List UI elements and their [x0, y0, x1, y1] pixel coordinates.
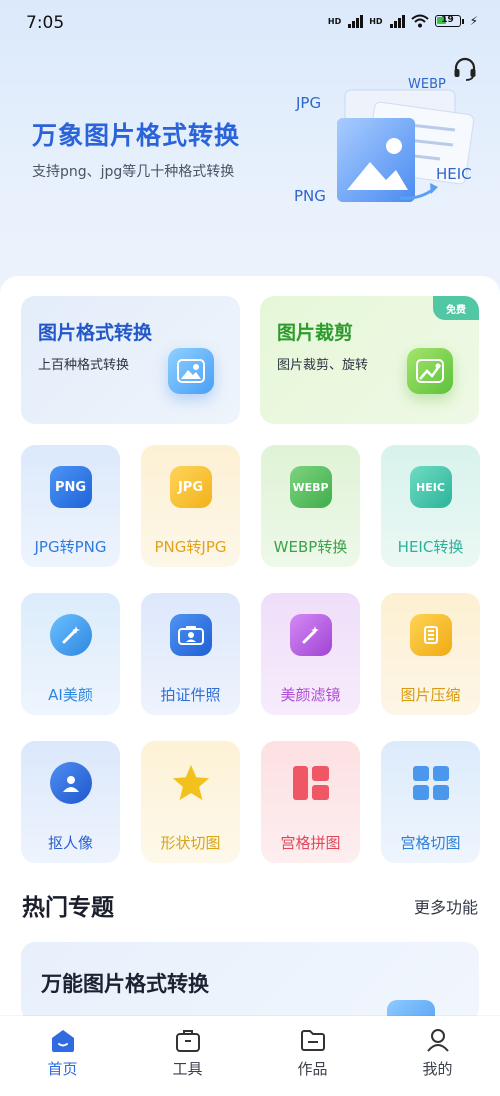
star-shape-icon: [170, 762, 212, 804]
card-title: 图片裁剪: [277, 322, 354, 344]
tool-label: PNG转JPG: [154, 538, 227, 556]
tool-label: 图片压缩: [400, 686, 461, 704]
image-format-convert-card[interactable]: 图片格式转换 上百种格式转换: [21, 296, 240, 424]
card-subtitle: 上百种格式转换: [38, 358, 130, 373]
wifi-icon: [410, 14, 429, 28]
portrait-cutout-icon: [49, 762, 92, 804]
tool-label: 形状切图: [160, 834, 221, 852]
nav-label: 作品: [297, 1060, 328, 1078]
tool-label: WEBP转换: [273, 538, 348, 556]
grid-collage-icon: [290, 762, 332, 804]
image-crop-card[interactable]: 免费 图片裁剪 图片裁剪、旋转: [260, 296, 479, 424]
status-icons: HD HD 19 ⚡: [328, 14, 478, 28]
nav-label: 首页: [47, 1060, 78, 1078]
tool-label: 美颜滤镜: [280, 686, 341, 704]
folder-icon: [300, 1030, 325, 1051]
home-icon: [51, 1030, 74, 1052]
topic-title: 万能图片格式转换: [41, 972, 209, 996]
filter-wand-icon: [289, 614, 332, 656]
tool-beauty-filter[interactable]: 美颜滤镜: [261, 593, 360, 715]
id-camera-icon: [169, 614, 212, 656]
nav-item-tools[interactable]: 工具: [125, 1016, 250, 1096]
status-time: 7:05: [26, 13, 65, 33]
webp-file-icon: WEBP: [289, 466, 332, 508]
image-icon: [168, 348, 214, 394]
tool-label: AI美颜: [48, 686, 93, 704]
more-features-link[interactable]: 更多功能: [414, 894, 478, 918]
bottom-nav: 首页 工具 作品 我的: [0, 1016, 500, 1096]
hero-title: 万象图片格式转换: [32, 121, 241, 150]
tool-grid-collage[interactable]: 宫格拼图: [261, 741, 360, 863]
tool-heic-convert[interactable]: HEIC HEIC转换: [381, 445, 480, 567]
tool-label: HEIC转换: [397, 538, 464, 556]
card-title: 图片格式转换: [38, 322, 153, 344]
hero-banner: 7:05 HD HD 19 ⚡ 万象图片格式转换 支持png、jpg等几十种格式…: [0, 0, 500, 300]
magic-wand-icon: [49, 614, 92, 656]
format-label: PNG: [294, 187, 326, 205]
tool-portrait-cutout[interactable]: 抠人像: [21, 741, 120, 863]
nav-item-mine[interactable]: 我的: [375, 1016, 500, 1096]
signal-icon: [348, 14, 364, 28]
free-badge: 免费: [433, 296, 479, 320]
tool-label: 宫格拼图: [280, 834, 341, 852]
grid-cut-icon: [410, 762, 452, 804]
nav-label: 我的: [422, 1060, 453, 1078]
tool-shape-cut[interactable]: 形状切图: [141, 741, 240, 863]
topic-card[interactable]: 万能图片格式转换: [21, 942, 479, 1022]
tool-label: 宫格切图: [400, 834, 461, 852]
hd-indicator-icon: HD: [369, 16, 383, 26]
tool-jpg-to-png[interactable]: PNG JPG转PNG: [21, 445, 120, 567]
crop-image-icon: [407, 348, 453, 394]
tool-label: JPG转PNG: [34, 538, 107, 556]
nav-item-home[interactable]: 首页: [0, 1016, 125, 1096]
hero-subtitle: 支持png、jpg等几十种格式转换: [32, 164, 235, 180]
heic-file-icon: HEIC: [409, 466, 452, 508]
battery-level: 19: [441, 15, 454, 25]
card-subtitle: 图片裁剪、旋转: [277, 358, 369, 373]
jpg-file-icon: JPG: [169, 466, 212, 508]
format-label: JPG: [296, 94, 322, 112]
toolbox-icon: [175, 1030, 200, 1052]
status-bar: 7:05 HD HD 19 ⚡: [0, 0, 500, 46]
tool-label: 抠人像: [47, 834, 93, 852]
format-label: HEIC: [436, 165, 472, 183]
tool-webp-convert[interactable]: WEBP WEBP转换: [261, 445, 360, 567]
battery-icon: 19: [434, 15, 464, 27]
charging-icon: ⚡: [469, 14, 478, 28]
signal-icon: [389, 14, 405, 28]
tool-image-compress[interactable]: 图片压缩: [381, 593, 480, 715]
tool-grid-cut[interactable]: 宫格切图: [381, 741, 480, 863]
png-file-icon: PNG: [49, 466, 92, 508]
tool-png-to-jpg[interactable]: JPG PNG转JPG: [141, 445, 240, 567]
user-icon: [426, 1029, 449, 1052]
compress-icon: [409, 614, 452, 656]
tool-id-photo[interactable]: 拍证件照: [141, 593, 240, 715]
hot-topics-title: 热门专题: [22, 895, 114, 921]
nav-item-works[interactable]: 作品: [250, 1016, 375, 1096]
tool-ai-beauty[interactable]: AI美颜: [21, 593, 120, 715]
nav-label: 工具: [172, 1060, 203, 1078]
tool-label: 拍证件照: [160, 686, 221, 704]
format-label: WEBP: [408, 77, 446, 92]
hd-indicator-icon: HD: [327, 16, 342, 26]
